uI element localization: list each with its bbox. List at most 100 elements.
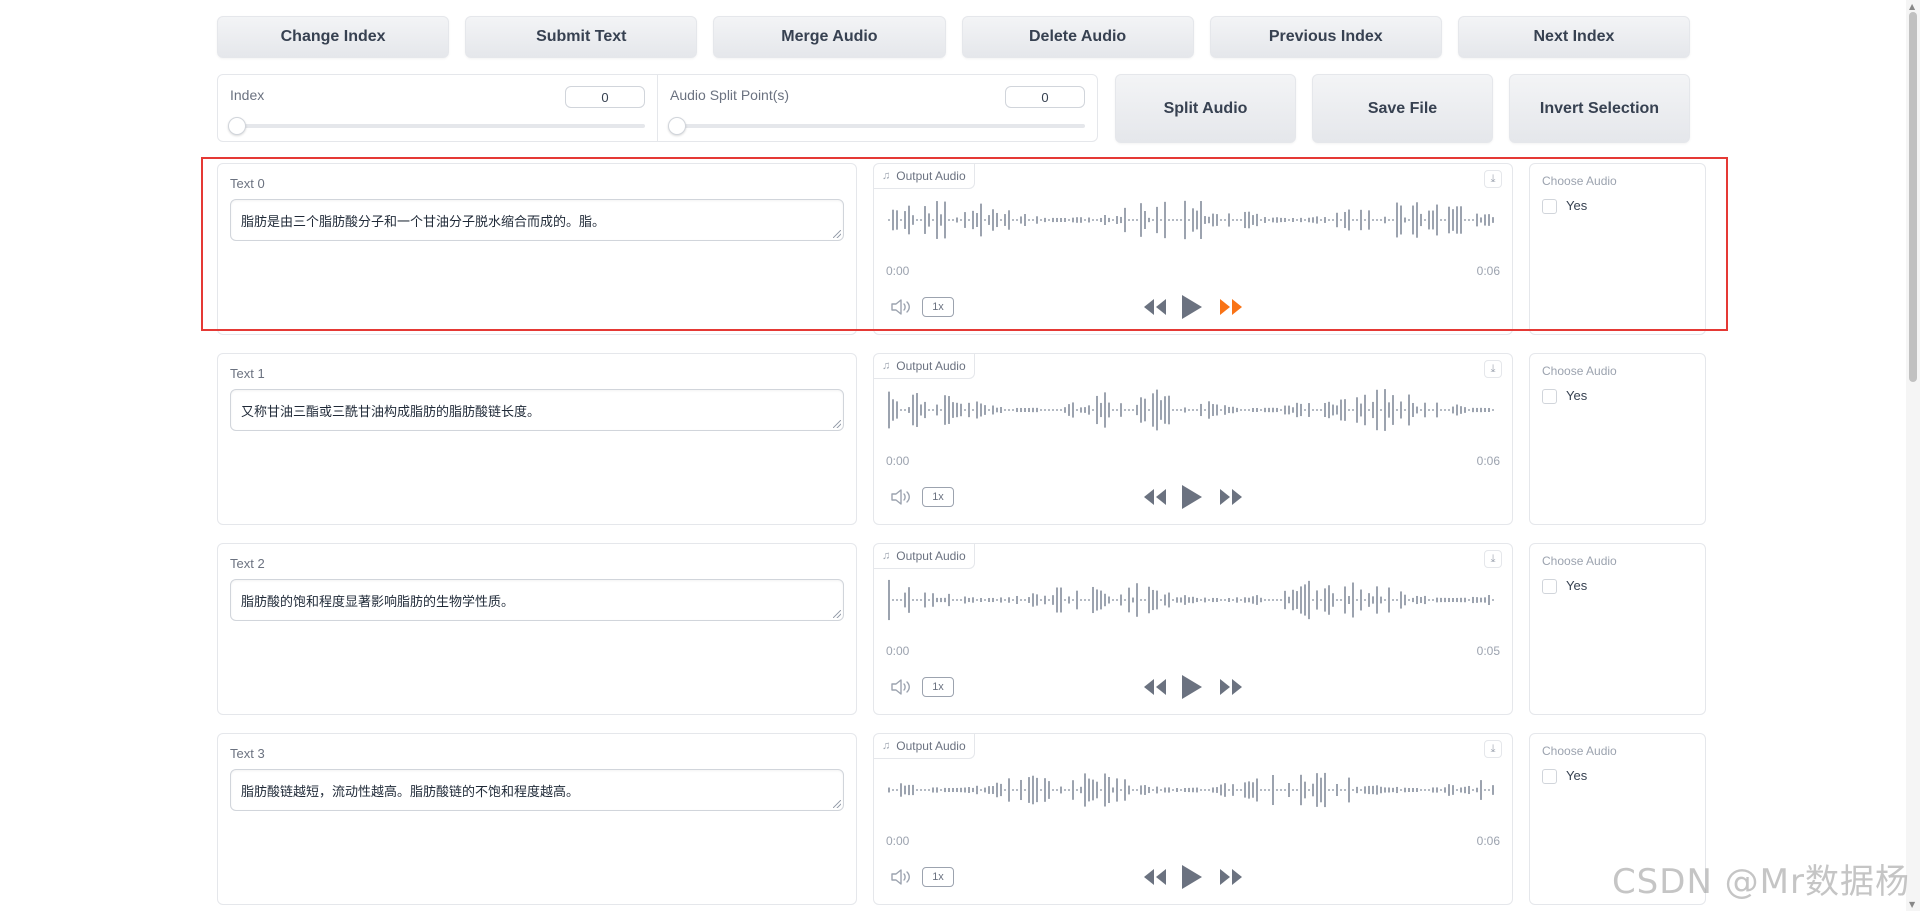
waveform-bar xyxy=(900,219,902,221)
download-icon[interactable]: ⤓ xyxy=(1484,550,1502,568)
waveform-bar xyxy=(1492,409,1494,411)
volume-icon[interactable] xyxy=(890,488,914,506)
resize-handle-icon[interactable] xyxy=(833,610,841,618)
page-scrollbar[interactable]: ▲ ▼ xyxy=(1906,0,1920,911)
waveform-bar xyxy=(1020,779,1022,801)
audio-player: ♫ Output Audio ⤓ 0:00 0:06 1x xyxy=(873,353,1513,525)
text-input[interactable]: 脂肪酸链越短，流动性越高。脂肪酸链的不饱和程度越高。 xyxy=(230,769,844,811)
waveform-bar xyxy=(1100,217,1102,223)
waveform-bar xyxy=(1324,217,1326,223)
waveform-bar xyxy=(964,212,966,228)
waveform-bar xyxy=(1392,787,1394,793)
play-icon[interactable] xyxy=(1178,293,1204,321)
rewind-icon[interactable] xyxy=(1142,675,1168,699)
waveform-bar xyxy=(1436,204,1438,236)
waveform-bar xyxy=(1020,216,1022,224)
waveform-bar xyxy=(1464,219,1466,221)
fast-forward-icon[interactable] xyxy=(1218,485,1244,509)
waveform-bar xyxy=(1260,597,1262,603)
waveform-bar xyxy=(1080,599,1082,601)
waveform-bar xyxy=(1356,219,1358,221)
download-icon[interactable]: ⤓ xyxy=(1484,170,1502,188)
delete-audio-button[interactable]: Delete Audio xyxy=(961,16,1194,58)
choose-audio-checkbox[interactable] xyxy=(1542,199,1557,214)
waveform[interactable] xyxy=(886,572,1498,628)
resize-handle-icon[interactable] xyxy=(833,800,841,808)
playback-speed-button[interactable]: 1x xyxy=(922,677,954,697)
text-input[interactable]: 脂肪是由三个脂肪酸分子和一个甘油分子脱水缩合而成的。脂。 xyxy=(230,199,844,241)
waveform-bar xyxy=(916,789,918,791)
scrollbar-thumb[interactable] xyxy=(1909,12,1917,382)
waveform-bar xyxy=(1116,216,1118,224)
previous-index-button[interactable]: Previous Index xyxy=(1209,16,1442,58)
rewind-icon[interactable] xyxy=(1142,485,1168,509)
text-input[interactable]: 又称甘油三酯或三酰甘油构成脂肪的脂肪酸链长度。 xyxy=(230,389,844,431)
text-input[interactable]: 脂肪酸的饱和程度显著影响脂肪的生物学性质。 xyxy=(230,579,844,621)
download-icon[interactable]: ⤓ xyxy=(1484,740,1502,758)
waveform-bar xyxy=(1072,217,1074,223)
waveform[interactable] xyxy=(886,192,1498,248)
download-icon[interactable]: ⤓ xyxy=(1484,360,1502,378)
play-icon[interactable] xyxy=(1178,673,1204,701)
waveform-bar xyxy=(1160,219,1162,221)
waveform-bar xyxy=(1212,404,1214,416)
waveform[interactable] xyxy=(886,762,1498,818)
waveform-bar xyxy=(1160,789,1162,791)
waveform-bar xyxy=(1068,789,1070,791)
audio-player: ♫ Output Audio ⤓ 0:00 0:06 1x xyxy=(873,163,1513,335)
merge-audio-button[interactable]: Merge Audio xyxy=(713,16,946,58)
waveform-bar xyxy=(1204,216,1206,224)
index-label: Index xyxy=(230,87,265,103)
fast-forward-icon[interactable] xyxy=(1218,865,1244,889)
waveform-bar xyxy=(1180,409,1182,411)
choose-audio-checkbox[interactable] xyxy=(1542,389,1557,404)
index-slider-thumb[interactable] xyxy=(228,117,246,135)
fast-forward-icon[interactable] xyxy=(1218,675,1244,699)
change-index-button[interactable]: Change Index xyxy=(217,16,450,58)
submit-text-button[interactable]: Submit Text xyxy=(465,16,698,58)
rewind-icon[interactable] xyxy=(1142,295,1168,319)
resize-handle-icon[interactable] xyxy=(833,230,841,238)
volume-icon[interactable] xyxy=(890,678,914,696)
waveform-bar xyxy=(944,201,946,239)
rewind-icon[interactable] xyxy=(1142,865,1168,889)
waveform-bar xyxy=(1456,404,1458,416)
waveform-bar xyxy=(1472,789,1474,791)
waveform-bar xyxy=(980,203,982,237)
split-slider-thumb[interactable] xyxy=(668,117,686,135)
volume-icon[interactable] xyxy=(890,868,914,886)
waveform-bar xyxy=(1484,597,1486,603)
resize-handle-icon[interactable] xyxy=(833,420,841,428)
audio-label-text: Output Audio xyxy=(896,169,966,183)
choose-audio-checkbox[interactable] xyxy=(1542,579,1557,594)
save-file-button[interactable]: Save File xyxy=(1312,74,1493,143)
playback-speed-button[interactable]: 1x xyxy=(922,867,954,887)
waveform-bar xyxy=(1132,597,1134,603)
playback-speed-button[interactable]: 1x xyxy=(922,487,954,507)
waveform-bar xyxy=(1364,219,1366,221)
invert-selection-button[interactable]: Invert Selection xyxy=(1509,74,1690,143)
fast-forward-icon[interactable] xyxy=(1218,295,1244,319)
scroll-up-icon[interactable]: ▲ xyxy=(1909,2,1915,11)
next-index-button[interactable]: Next Index xyxy=(1457,16,1691,58)
index-number-input[interactable]: 0 xyxy=(565,86,645,108)
waveform-bar xyxy=(888,579,890,621)
waveform-bar xyxy=(1252,215,1254,225)
waveform-bar xyxy=(972,597,974,603)
play-icon[interactable] xyxy=(1178,483,1204,511)
play-icon[interactable] xyxy=(1178,863,1204,891)
waveform-bar xyxy=(1044,217,1046,223)
waveform-bar xyxy=(1160,599,1162,601)
waveform-bar xyxy=(1240,789,1242,791)
time-start: 0:00 xyxy=(886,454,910,468)
waveform-bar xyxy=(940,597,942,603)
playback-speed-button[interactable]: 1x xyxy=(922,297,954,317)
split-slider-track[interactable] xyxy=(668,117,1085,135)
volume-icon[interactable] xyxy=(890,298,914,316)
index-slider-track[interactable] xyxy=(228,117,645,135)
choose-audio-checkbox[interactable] xyxy=(1542,769,1557,784)
split-point-number-input[interactable]: 0 xyxy=(1005,86,1085,108)
waveform[interactable] xyxy=(886,382,1498,438)
split-audio-button[interactable]: Split Audio xyxy=(1115,74,1296,143)
waveform-bar xyxy=(972,210,974,230)
